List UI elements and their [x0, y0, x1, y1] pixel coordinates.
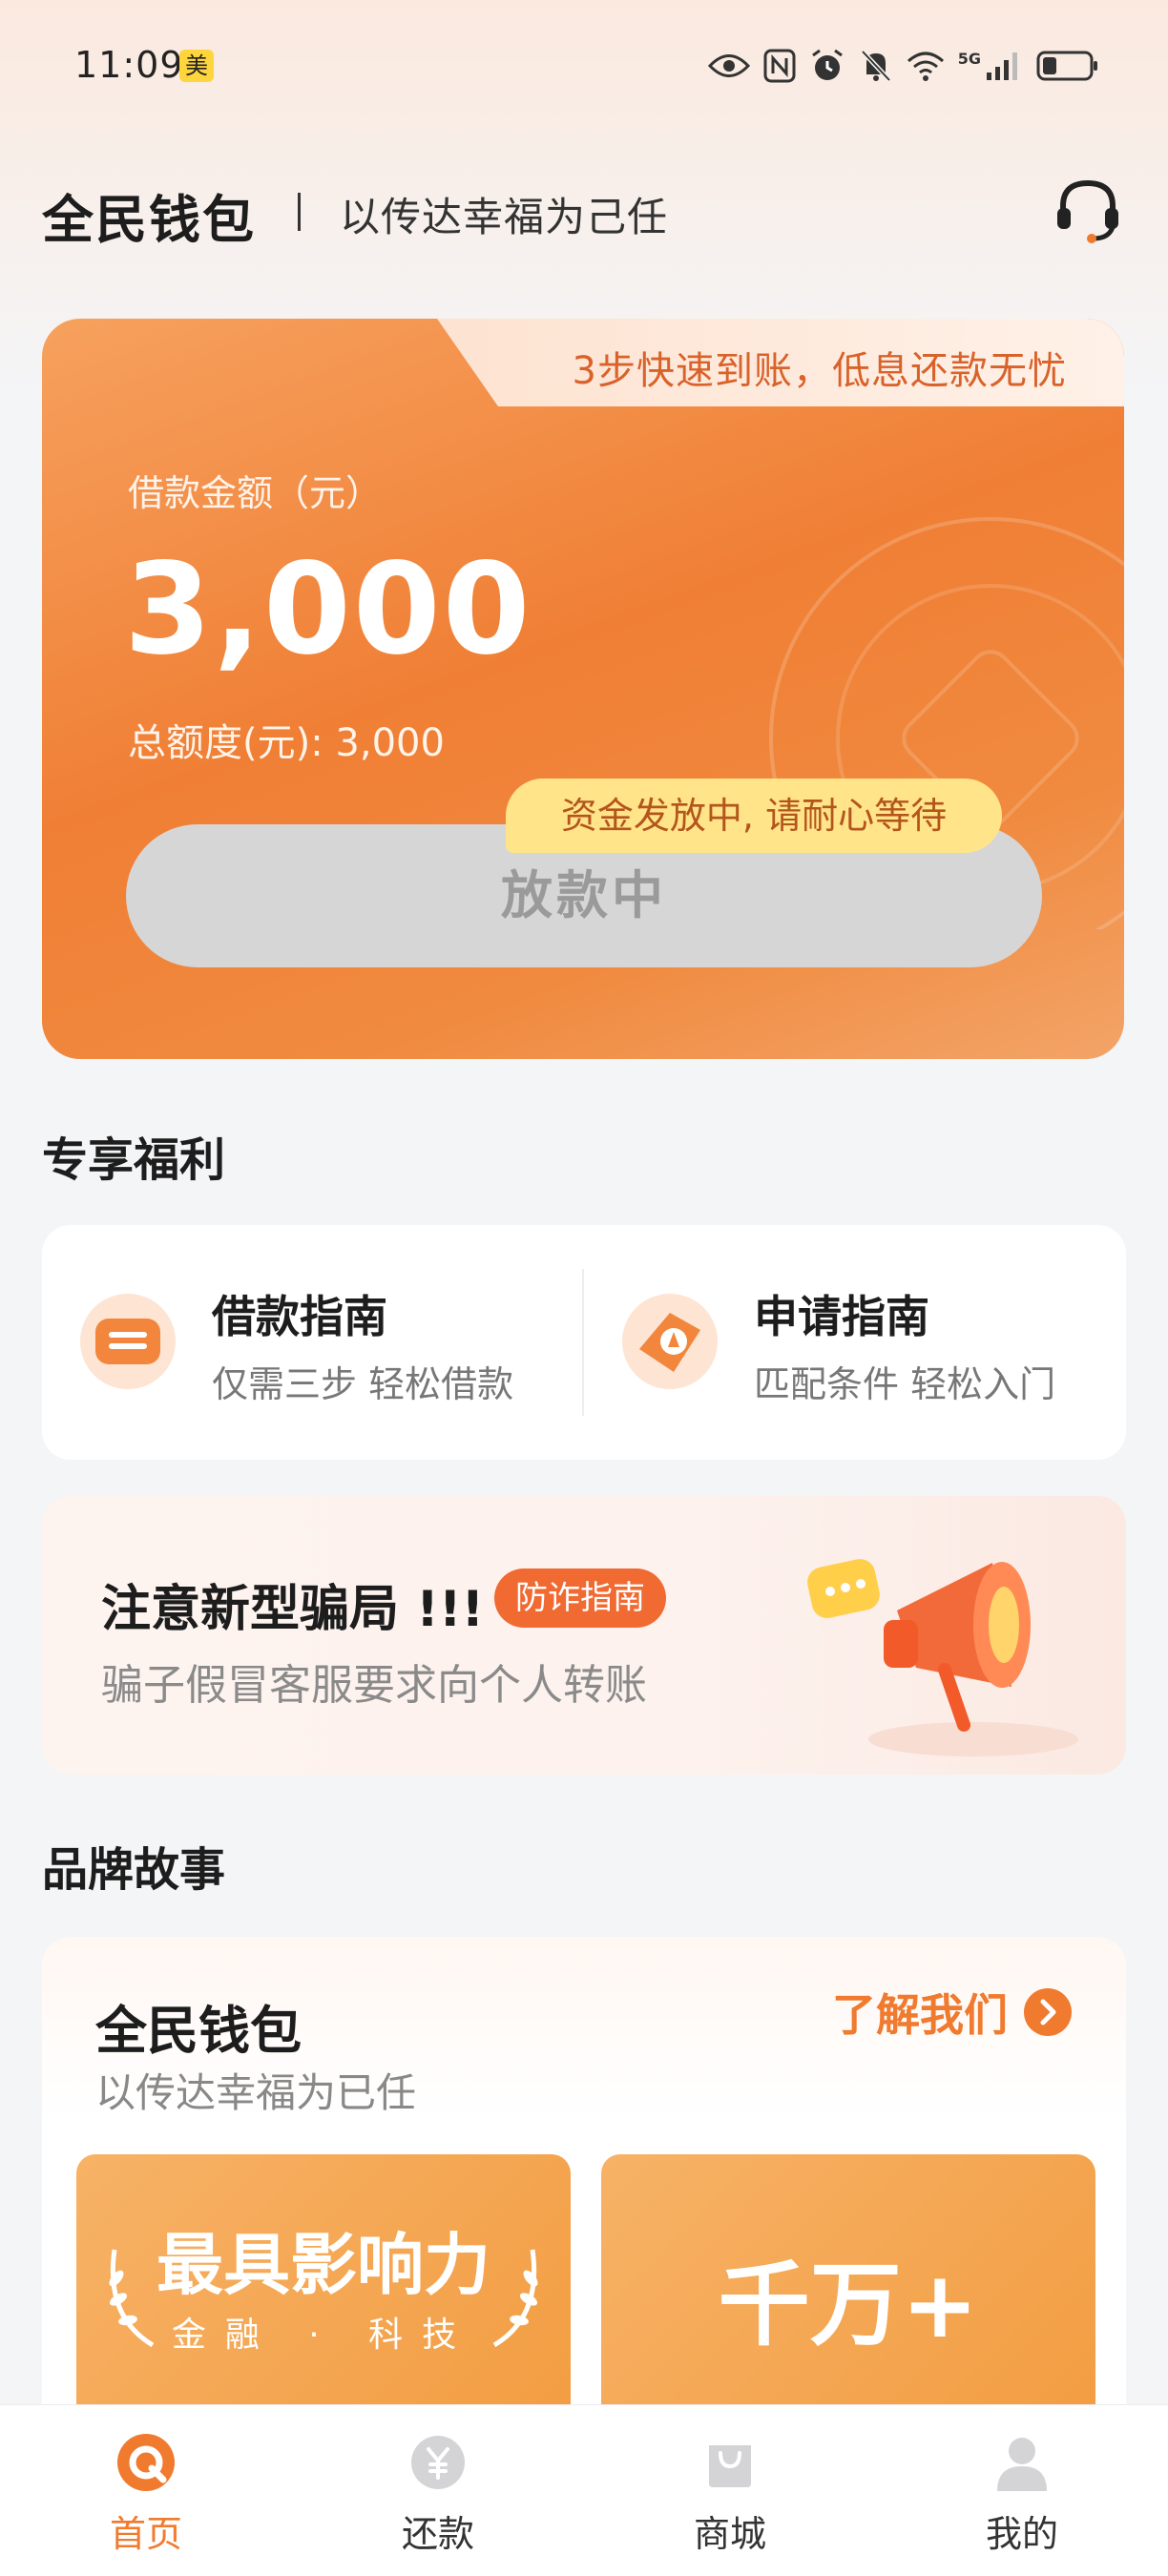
battery-icon [1036, 51, 1097, 81]
benefits-section-title: 专享福利 [42, 1133, 226, 1187]
nav-profile-label: 我的 [985, 2513, 1058, 2555]
repay-icon [411, 2436, 465, 2489]
mute-bell-icon [860, 50, 891, 82]
loan-guide-subtitle: 仅需三步 轻松借款 [212, 1363, 514, 1405]
users-tile-title: 千万+ [718, 2252, 979, 2358]
disbursing-tip: 资金发放中, 请耐心等待 [506, 779, 1002, 853]
app-header: 全民钱包 以传达幸福为己任 [42, 172, 1126, 250]
customer-service-button[interactable] [1050, 172, 1126, 248]
shop-icon [709, 2445, 751, 2487]
app-slogan: 以传达幸福为己任 [340, 194, 669, 240]
app-notification-badge: 美 [179, 50, 214, 82]
nav-home-label: 首页 [109, 2513, 182, 2555]
about-us-label: 了解我们 [832, 1989, 1008, 2041]
profile-icon [997, 2438, 1047, 2491]
anti-fraud-tag[interactable]: 防诈指南 [494, 1568, 666, 1628]
nav-repay-label: 还款 [401, 2513, 474, 2555]
nav-profile[interactable]: 我的 [876, 2405, 1168, 2576]
nfc-icon [763, 49, 796, 83]
apply-guide-icon [622, 1294, 718, 1389]
loan-amount-label: 借款金额（元） [128, 472, 383, 514]
loan-guide-title: 借款指南 [212, 1291, 387, 1342]
nav-repay[interactable]: 还款 [292, 2405, 584, 2576]
eye-icon [707, 54, 750, 77]
status-bar: 11:09 美 5G [0, 0, 1168, 134]
headset-icon [1057, 179, 1118, 243]
brand-story-section-title: 品牌故事 [42, 1843, 226, 1897]
status-time: 11:09 [74, 44, 184, 86]
chevron-right-icon [1024, 1988, 1072, 2036]
apply-guide-subtitle: 匹配条件 轻松入门 [754, 1363, 1056, 1405]
fraud-notice-title: 注意新型骗局 !!! [101, 1581, 485, 1638]
loan-guide-item[interactable]: 借款指南 仅需三步 轻松借款 [42, 1225, 584, 1460]
loan-card: 3步快速到账，低息还款无忧 借款金额（元） 3,000 总额度(元): 3,00… [42, 319, 1124, 1059]
card-promo-text: 3步快速到账，低息还款无忧 [572, 349, 1067, 393]
total-limit: 总额度(元): 3,000 [128, 721, 445, 765]
influence-tile-title: 最具影响力 [156, 2226, 490, 2304]
app-name: 全民钱包 [42, 190, 256, 250]
apply-guide-title: 申请指南 [754, 1291, 929, 1342]
home-icon [117, 2434, 175, 2491]
nav-shop-label: 商城 [693, 2513, 766, 2555]
about-us-link[interactable]: 了解我们 [832, 1981, 1073, 2044]
alarm-icon [811, 49, 843, 80]
brand-story-subtitle: 以传达幸福为已任 [95, 2069, 417, 2116]
status-icons: 5G [707, 48, 1099, 84]
network-type: 5G [957, 49, 981, 68]
guides-card: 借款指南 仅需三步 轻松借款 申请指南 匹配条件 轻松入门 [42, 1225, 1126, 1460]
signal-icon [987, 52, 1017, 80]
influence-tile-subtitle: 金融 · 科技 [171, 2316, 476, 2355]
fraud-notice-banner[interactable]: 注意新型骗局 !!! 防诈指南 骗子假冒客服要求向个人转账 [42, 1496, 1126, 1775]
brand-story-title: 全民钱包 [95, 2001, 302, 2061]
bottom-nav: 首页 还款 商城 我的 [0, 2404, 1168, 2576]
nav-shop[interactable]: 商城 [584, 2405, 876, 2576]
nav-home[interactable]: 首页 [0, 2405, 292, 2576]
loan-amount-value: 3,000 [124, 536, 532, 683]
loan-guide-icon [80, 1294, 176, 1389]
megaphone-icon [807, 1559, 1078, 1756]
wifi-icon [907, 52, 944, 81]
fraud-notice-description: 骗子假冒客服要求向个人转账 [101, 1661, 647, 1710]
apply-guide-item[interactable]: 申请指南 匹配条件 轻松入门 [584, 1225, 1126, 1460]
header-divider [298, 193, 301, 231]
